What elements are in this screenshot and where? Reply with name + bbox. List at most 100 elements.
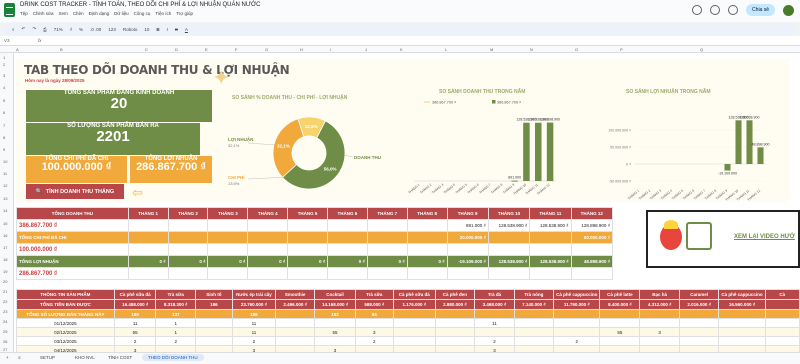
row-label[interactable]: 5	[3, 98, 5, 103]
menu-item[interactable]: Chỉnh sửa	[33, 11, 54, 16]
row-label[interactable]: 17	[3, 245, 7, 250]
qty-cell[interactable]: 2	[474, 336, 515, 346]
row-label[interactable]: 7	[3, 123, 5, 128]
bar[interactable]	[523, 122, 530, 181]
qty-cell[interactable]: 1	[155, 327, 196, 337]
column-label[interactable]: J	[365, 47, 367, 52]
name-box[interactable]: V3	[4, 38, 10, 43]
number-format-button[interactable]: 123	[108, 27, 116, 32]
column-label[interactable]: M	[490, 47, 493, 52]
qty-cell[interactable]	[678, 318, 720, 328]
tab-theo-doi-doanh-thu[interactable]: THEO DÕI DOANH THU	[142, 354, 204, 361]
row-label[interactable]: 10	[3, 159, 7, 164]
qty-cell[interactable]	[314, 318, 356, 328]
qty-cell[interactable]	[194, 336, 233, 346]
currency-format-button[interactable]: ₫	[70, 27, 72, 32]
row-label[interactable]: 1	[3, 55, 5, 60]
font-select[interactable]: Roboto	[123, 27, 138, 32]
text-color-button[interactable]: A	[185, 27, 188, 32]
column-label[interactable]: E	[205, 47, 208, 52]
bar[interactable]	[735, 120, 742, 164]
video-link-text[interactable]: XEM LẠI VIDEO HƯỚ	[734, 234, 795, 240]
row-label[interactable]: 20	[3, 279, 7, 284]
qty-cell[interactable]: 2	[155, 336, 196, 346]
qty-cell[interactable]	[434, 318, 476, 328]
row-label[interactable]: 24	[3, 319, 7, 324]
bar[interactable]	[534, 122, 542, 181]
undo-icon[interactable]: ↶	[22, 26, 26, 32]
row-label[interactable]: 13	[3, 196, 7, 201]
print-icon[interactable]: ⎙	[43, 27, 47, 32]
qty-cell[interactable]	[274, 318, 316, 328]
row-label[interactable]: 21	[3, 289, 7, 294]
qty-cell[interactable]	[764, 318, 800, 328]
qty-cell[interactable]	[718, 318, 766, 328]
qty-cell[interactable]	[553, 318, 601, 328]
formula-input[interactable]	[50, 37, 790, 44]
qty-cell[interactable]	[194, 327, 233, 337]
tab-setup[interactable]: SETUP	[40, 355, 55, 360]
qty-cell[interactable]	[474, 327, 515, 337]
qty-cell[interactable]: 2	[553, 336, 601, 346]
row-label[interactable]: 23	[3, 309, 7, 314]
redo-icon[interactable]: ↷	[32, 26, 36, 32]
qty-cell[interactable]	[314, 336, 356, 346]
qty-cell[interactable]	[434, 327, 476, 337]
menu-item[interactable]: Tệp	[20, 11, 28, 16]
qty-cell[interactable]	[513, 327, 555, 337]
row-label[interactable]: 18	[3, 257, 7, 262]
qty-cell[interactable]: 55	[599, 327, 641, 337]
row-label[interactable]: 12	[3, 183, 7, 188]
qty-cell[interactable]	[354, 318, 394, 328]
menu-item[interactable]: Dữ liệu	[114, 11, 129, 16]
menu-item[interactable]: Định dạng	[89, 11, 110, 16]
column-label[interactable]: N	[530, 47, 533, 52]
column-label[interactable]: P	[620, 47, 623, 52]
row-label[interactable]: 25	[3, 329, 7, 334]
qty-cell[interactable]: 2	[113, 336, 157, 346]
menu-item[interactable]: Tiện ích	[155, 11, 171, 16]
qty-cell[interactable]	[764, 336, 800, 346]
column-label[interactable]: F	[235, 47, 237, 52]
strikethrough-button[interactable]: S	[175, 27, 178, 32]
row-label[interactable]: 11	[3, 171, 7, 176]
qty-cell[interactable]: 3	[354, 327, 394, 337]
column-label[interactable]: D	[175, 47, 178, 52]
column-label[interactable]: L	[445, 47, 447, 52]
bold-button[interactable]: B	[156, 27, 159, 32]
comment-icon[interactable]	[710, 5, 721, 15]
qty-cell[interactable]: 11	[231, 318, 276, 328]
row-label[interactable]: 3	[3, 73, 5, 78]
qty-cell[interactable]	[678, 327, 720, 337]
qty-cell[interactable]	[599, 318, 641, 328]
column-label[interactable]: C	[145, 47, 148, 52]
qty-cell[interactable]	[513, 318, 555, 328]
qty-cell[interactable]	[718, 336, 766, 346]
qty-cell[interactable]	[764, 327, 800, 337]
donut-chart[interactable]: 56,0%32,1%12,5%DOANH THULỢI NHUẬN32,1%CH…	[214, 93, 404, 201]
bar[interactable]	[546, 122, 554, 181]
bar[interactable]	[511, 180, 518, 182]
row-label[interactable]: 2	[3, 62, 5, 67]
qty-cell[interactable]	[513, 336, 555, 346]
font-size-input[interactable]: 10	[144, 27, 149, 32]
bar[interactable]	[724, 164, 731, 171]
column-label[interactable]: B	[60, 47, 63, 52]
qty-cell[interactable]	[553, 327, 601, 337]
qty-cell[interactable]: 55	[314, 327, 356, 337]
row-label[interactable]: 6	[3, 110, 5, 115]
italic-button[interactable]: I	[167, 27, 168, 32]
column-label[interactable]: K	[400, 47, 403, 52]
qty-cell[interactable]	[274, 336, 316, 346]
sheets-logo-icon[interactable]	[4, 3, 15, 17]
menu-item[interactable]: Xem	[59, 11, 68, 16]
column-label[interactable]: Q	[700, 47, 703, 52]
column-label[interactable]: G	[265, 47, 268, 52]
qty-cell[interactable]	[274, 327, 316, 337]
percent-format-button[interactable]: %	[79, 27, 83, 32]
row-label[interactable]: 4	[3, 85, 5, 90]
row-label[interactable]: 26	[3, 339, 7, 344]
qty-cell[interactable]	[392, 327, 436, 337]
bar[interactable]	[757, 147, 764, 164]
qty-cell[interactable]: 55	[113, 327, 157, 337]
